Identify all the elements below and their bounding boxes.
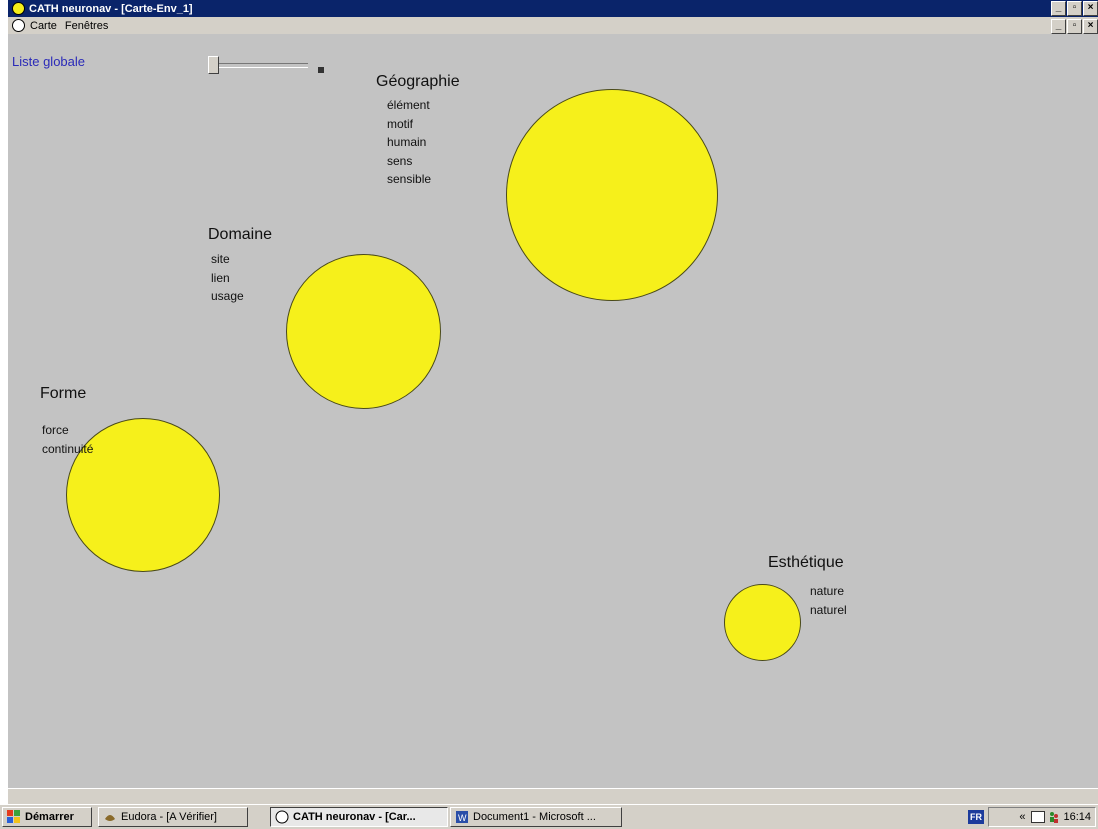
clock[interactable]: 16:14 bbox=[1063, 811, 1091, 823]
close-button[interactable]: × bbox=[1083, 1, 1098, 16]
zoom-slider[interactable] bbox=[200, 54, 324, 74]
cluster-circle-domaine[interactable] bbox=[286, 254, 441, 409]
start-button[interactable]: Démarrer bbox=[2, 807, 92, 827]
taskbar-button-word-document[interactable]: W Document1 - Microsoft ... bbox=[450, 807, 622, 827]
taskbar: Démarrer Eudora - [A Vérifier] CATH neur… bbox=[0, 804, 1098, 829]
group-terms-forme: force continuité bbox=[42, 421, 93, 458]
cath-app-icon bbox=[275, 810, 289, 824]
term[interactable]: motif bbox=[387, 115, 431, 134]
document-icon[interactable] bbox=[12, 19, 25, 32]
term[interactable]: humain bbox=[387, 133, 431, 152]
menu-carte[interactable]: Carte bbox=[30, 20, 57, 32]
taskbar-button-eudora[interactable]: Eudora - [A Vérifier] bbox=[98, 807, 248, 827]
app-icon bbox=[12, 2, 25, 15]
term[interactable]: sens bbox=[387, 152, 431, 171]
term[interactable]: lien bbox=[211, 269, 244, 288]
term[interactable]: force bbox=[42, 421, 93, 440]
liste-globale-link[interactable]: Liste globale bbox=[12, 54, 85, 69]
term[interactable]: site bbox=[211, 250, 244, 269]
svg-text:W: W bbox=[458, 813, 467, 823]
menu-bar: Carte Fenêtres _ ▫ × bbox=[8, 17, 1098, 34]
doc-close-button[interactable]: × bbox=[1083, 19, 1098, 34]
slider-track bbox=[208, 63, 308, 68]
term[interactable]: élément bbox=[387, 96, 431, 115]
menu-fenetres[interactable]: Fenêtres bbox=[65, 20, 108, 32]
taskbar-button-cath-neuronav[interactable]: CATH neuronav - [Car... bbox=[270, 807, 448, 827]
window-title-bar[interactable]: CATH neuronav - [Carte-Env_1] _ ▫ × bbox=[8, 0, 1098, 17]
left-border bbox=[0, 0, 8, 828]
minimize-button[interactable]: _ bbox=[1051, 1, 1066, 16]
tray-people-icon[interactable] bbox=[1049, 811, 1059, 823]
term[interactable]: continuité bbox=[42, 440, 93, 459]
cluster-circle-esthetique[interactable] bbox=[724, 584, 801, 661]
term[interactable]: usage bbox=[211, 287, 244, 306]
group-terms-domaine: site lien usage bbox=[211, 250, 244, 306]
slider-thumb[interactable] bbox=[208, 56, 219, 74]
windows-flag-icon bbox=[7, 810, 21, 824]
doc-restore-button[interactable]: ▫ bbox=[1067, 19, 1082, 34]
eudora-icon bbox=[103, 810, 117, 824]
group-title-esthetique[interactable]: Esthétique bbox=[768, 554, 844, 572]
window-title: CATH neuronav - [Carte-Env_1] bbox=[29, 2, 193, 15]
group-title-forme[interactable]: Forme bbox=[40, 385, 86, 403]
term[interactable]: nature bbox=[810, 582, 847, 601]
start-label: Démarrer bbox=[25, 811, 74, 823]
restore-button[interactable]: ▫ bbox=[1067, 1, 1082, 16]
group-terms-esthetique: nature naturel bbox=[810, 582, 847, 619]
language-indicator[interactable]: FR bbox=[968, 810, 984, 824]
term[interactable]: sensible bbox=[387, 170, 431, 189]
group-title-geographie[interactable]: Géographie bbox=[376, 73, 460, 91]
status-bar bbox=[8, 788, 1098, 805]
word-icon: W bbox=[455, 810, 469, 824]
group-title-domaine[interactable]: Domaine bbox=[208, 226, 272, 244]
doc-minimize-button[interactable]: _ bbox=[1051, 19, 1066, 34]
tray-network-icon[interactable] bbox=[1031, 811, 1046, 823]
window-controls: _ ▫ × bbox=[1050, 1, 1098, 16]
slider-end-marker bbox=[318, 67, 324, 73]
cluster-circle-geographie[interactable] bbox=[506, 89, 718, 301]
system-tray: « 16:14 bbox=[988, 807, 1096, 827]
document-window-controls: _ ▫ × bbox=[1050, 19, 1098, 34]
term[interactable]: naturel bbox=[810, 601, 847, 620]
group-terms-geographie: élément motif humain sens sensible bbox=[387, 96, 431, 189]
tray-expand-icon[interactable]: « bbox=[1019, 811, 1025, 823]
map-canvas[interactable]: Liste globale Géographie élément motif h… bbox=[8, 34, 1098, 788]
